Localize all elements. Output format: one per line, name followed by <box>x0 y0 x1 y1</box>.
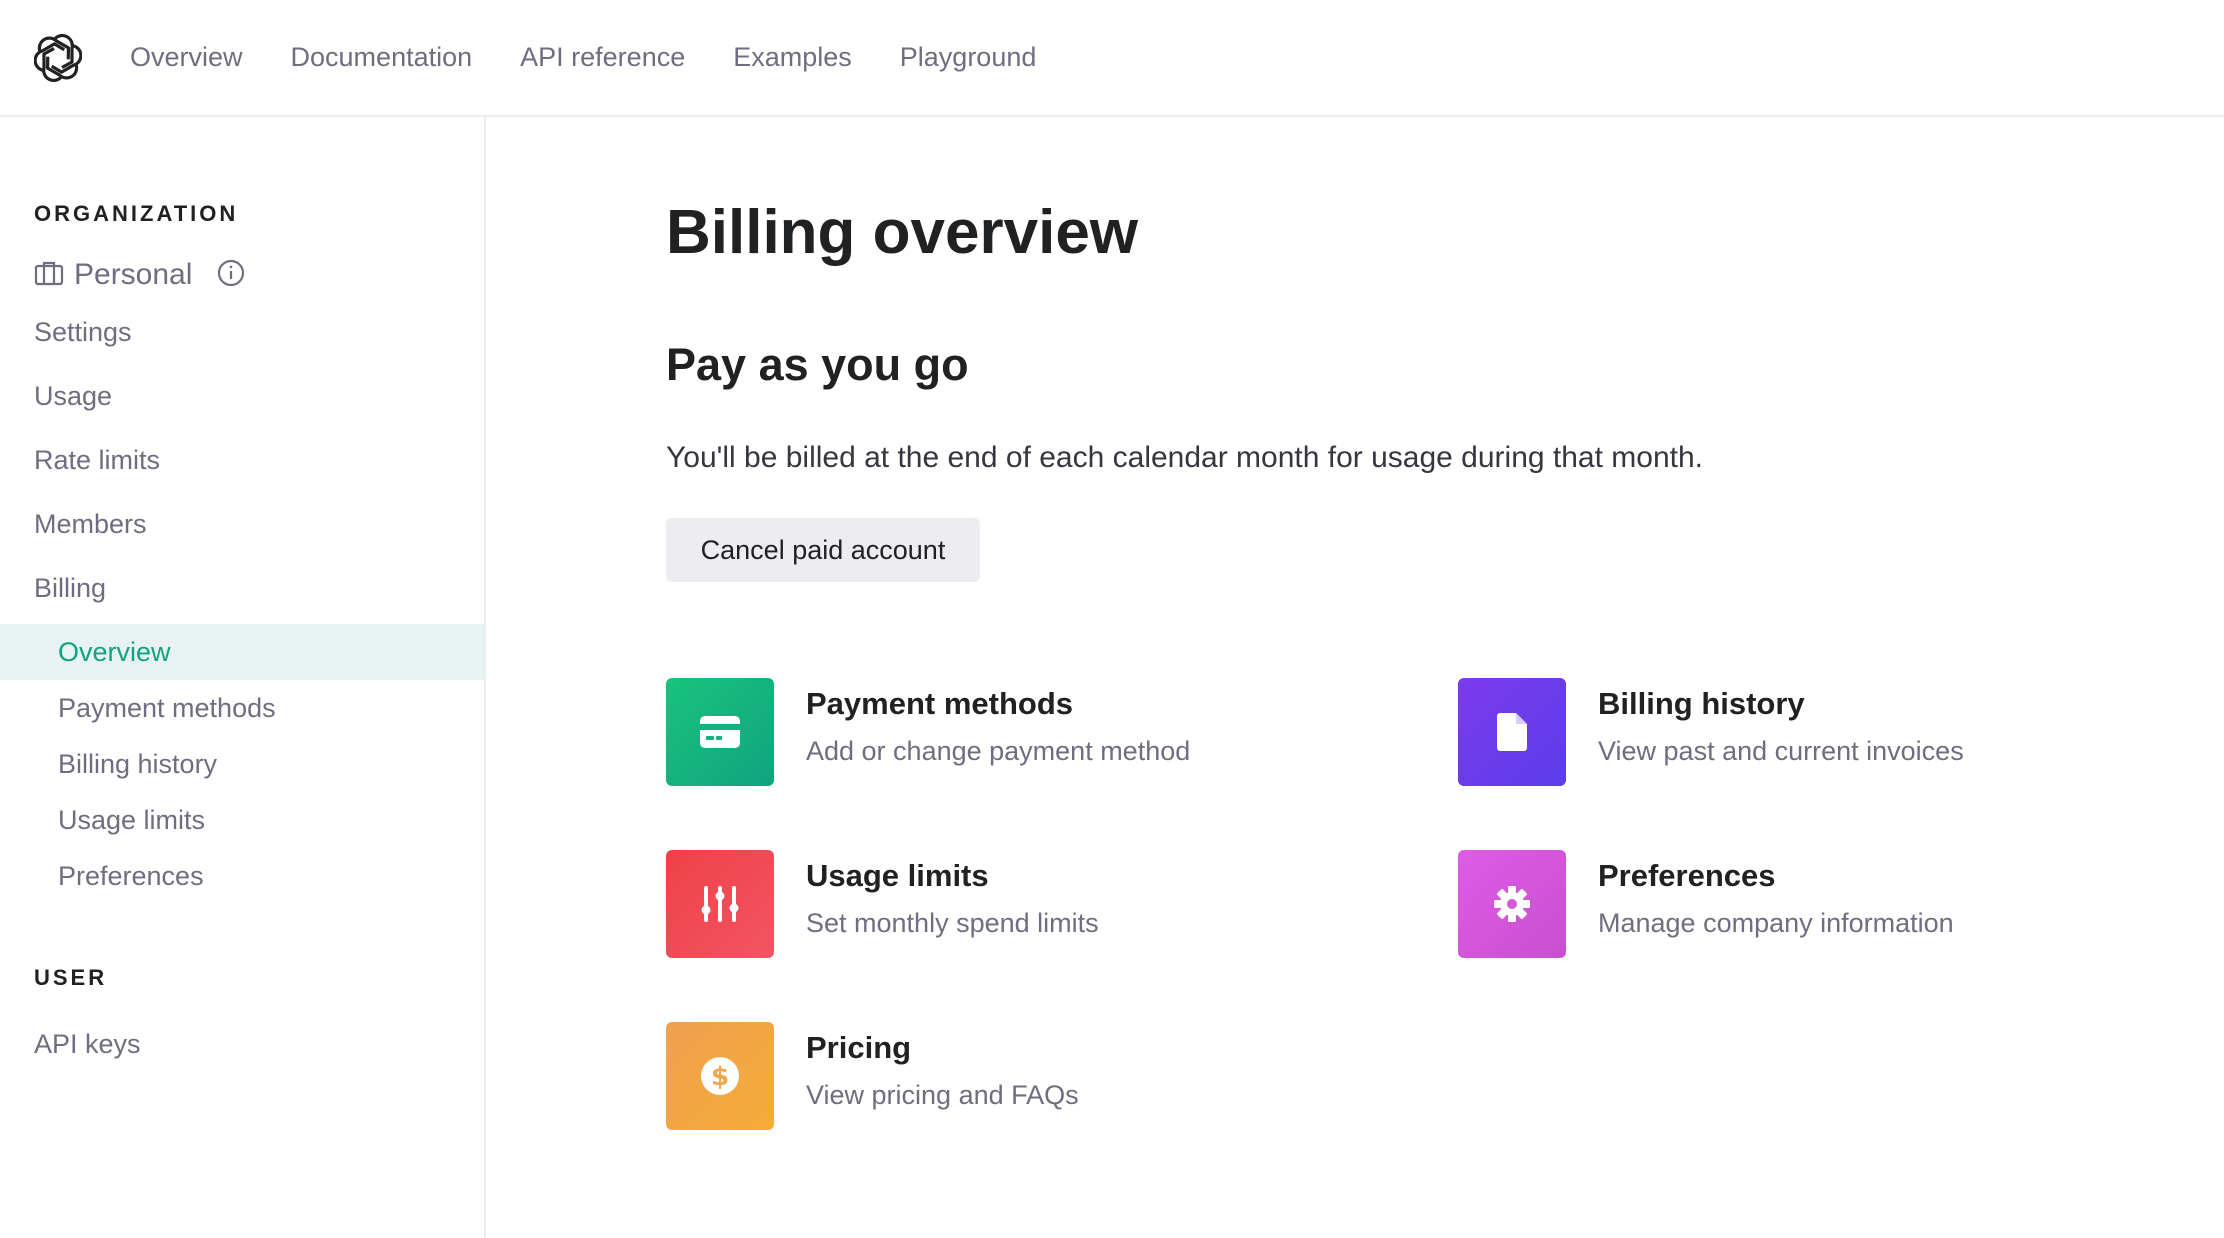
nav-link-examples[interactable]: Examples <box>733 42 852 73</box>
briefcase-icon <box>34 260 64 291</box>
nav-link-documentation[interactable]: Documentation <box>291 42 473 73</box>
plan-description: You'll be billed at the end of each cale… <box>666 441 1703 474</box>
sidebar-item-settings[interactable]: Settings <box>34 317 132 348</box>
card-title: Preferences <box>1598 858 1776 893</box>
nav-link-playground[interactable]: Playground <box>900 42 1037 73</box>
sliders-icon <box>666 850 774 958</box>
sidebar-subitem-preferences[interactable]: Preferences <box>0 848 484 904</box>
card-payment-methods[interactable]: Payment methods Add or change payment me… <box>666 678 1366 788</box>
sidebar-subitem-usage-limits[interactable]: Usage limits <box>0 792 484 848</box>
card-description: View pricing and FAQs <box>806 1080 1079 1110</box>
card-description: View past and current invoices <box>1598 736 1964 766</box>
cancel-paid-account-button[interactable]: Cancel paid account <box>666 518 980 582</box>
sidebar-item-usage[interactable]: Usage <box>34 381 112 412</box>
organization-section-label: ORGANIZATION <box>34 201 239 226</box>
document-icon <box>1458 678 1566 786</box>
sidebar-subitem-payment-methods[interactable]: Payment methods <box>0 680 484 736</box>
plan-title: Pay as you go <box>666 339 969 390</box>
credit-card-icon <box>666 678 774 786</box>
top-nav-links: Overview Documentation API reference Exa… <box>130 0 1036 115</box>
nav-link-api-reference[interactable]: API reference <box>520 42 685 73</box>
card-title: Usage limits <box>806 858 989 893</box>
card-description: Set monthly spend limits <box>806 908 1099 938</box>
gear-icon <box>1458 850 1566 958</box>
org-selector[interactable]: Personal <box>34 253 246 297</box>
sidebar-item-billing[interactable]: Billing <box>34 573 106 604</box>
sidebar-item-api-keys[interactable]: API keys <box>34 1029 141 1060</box>
card-title: Payment methods <box>806 686 1074 721</box>
card-usage-limits[interactable]: Usage limits Set monthly spend limits <box>666 850 1366 960</box>
main-content: Billing overview Pay as you go You'll be… <box>488 117 2224 1238</box>
sidebar-item-rate-limits[interactable]: Rate limits <box>34 445 160 476</box>
user-section-label: USER <box>34 965 108 990</box>
card-title: Pricing <box>806 1030 912 1065</box>
sidebar-subitem-overview[interactable]: Overview <box>0 624 484 680</box>
nav-link-overview[interactable]: Overview <box>130 42 243 73</box>
dollar-coin-icon: $ <box>666 1022 774 1130</box>
sidebar-subitem-billing-history[interactable]: Billing history <box>0 736 484 792</box>
page-title: Billing overview <box>666 198 1139 267</box>
top-navigation: Overview Documentation API reference Exa… <box>0 0 2224 117</box>
svg-text:$: $ <box>711 1062 729 1092</box>
card-billing-history[interactable]: Billing history View past and current in… <box>1458 678 2158 788</box>
card-title: Billing history <box>1598 686 1805 721</box>
sidebar: ORGANIZATION Personal Settings Usage Rat… <box>0 117 486 1238</box>
openai-logo-icon[interactable] <box>33 33 83 83</box>
info-circle-icon[interactable] <box>216 258 246 293</box>
org-name: Personal <box>74 258 193 291</box>
card-preferences[interactable]: Preferences Manage company information <box>1458 850 2158 960</box>
card-pricing[interactable]: $ Pricing View pricing and FAQs <box>666 1022 1366 1132</box>
card-description: Add or change payment method <box>806 736 1191 766</box>
sidebar-item-members[interactable]: Members <box>34 509 147 540</box>
card-description: Manage company information <box>1598 908 1954 938</box>
